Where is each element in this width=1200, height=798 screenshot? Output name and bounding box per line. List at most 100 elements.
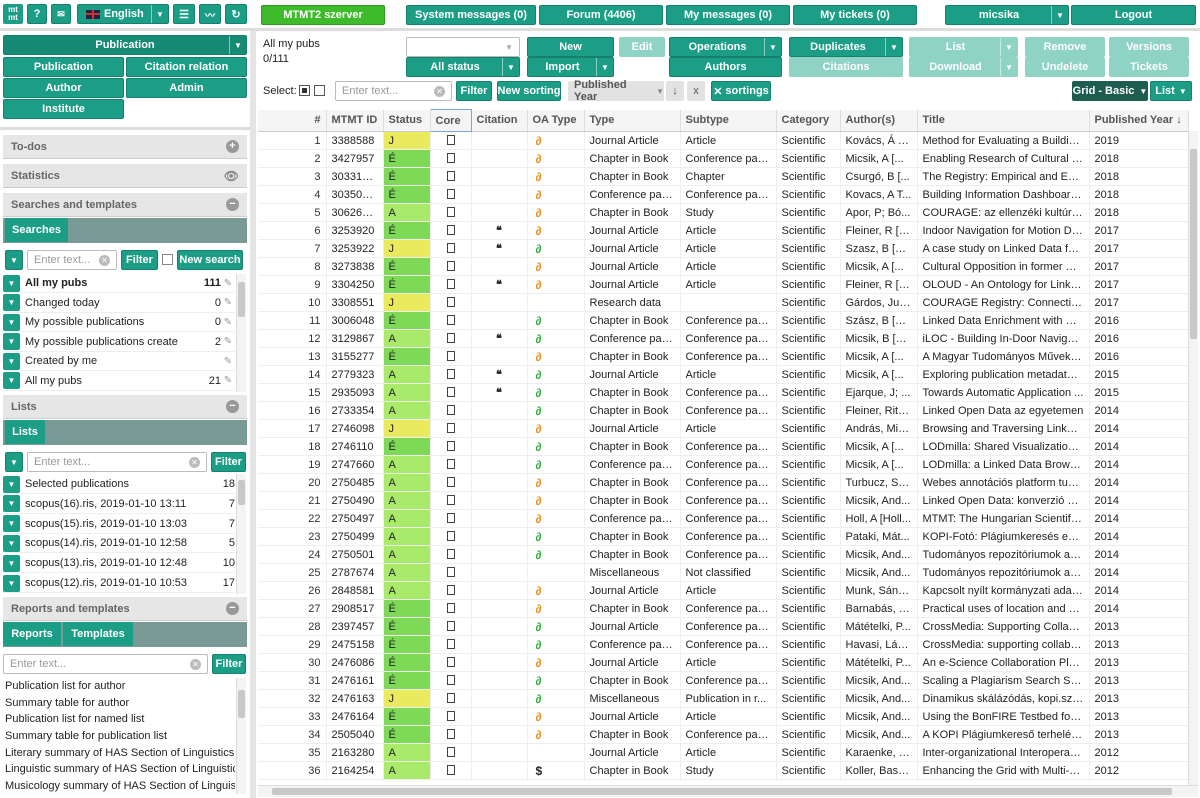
chevron-down-icon[interactable]: ▼ [3, 554, 20, 572]
nav-citation-relation-button[interactable]: Citation relation [126, 57, 247, 77]
table-row[interactable]: 17 2746098 J ∂ Journal Article Article Scienti… [258, 419, 1189, 438]
document-icon[interactable] [446, 729, 455, 739]
table-row[interactable]: 3 30331323 É ∂ Chapter in Book Chapter Scienti… [258, 167, 1189, 186]
templates-filter-input[interactable]: Enter text... ✕ [3, 654, 208, 674]
search-item[interactable]: ▼ My possible publications create 2 ✎ [3, 333, 235, 352]
document-icon[interactable] [446, 315, 455, 325]
document-icon[interactable] [446, 459, 455, 469]
panel-divider[interactable] [250, 31, 256, 798]
clear-icon[interactable]: ✕ [189, 456, 200, 468]
server-button[interactable]: MTMT2 szerver [261, 5, 385, 25]
list-item[interactable]: ▼ scopus(13).ris, 2019-01-10 12:48 10 [3, 554, 235, 574]
list-mode-select[interactable]: List ▼ [1150, 81, 1192, 101]
document-icon[interactable] [446, 243, 455, 253]
column-header[interactable]: Citation [471, 109, 528, 132]
menu-button[interactable]: ☰ [173, 4, 195, 24]
minus-icon[interactable]: − [226, 400, 239, 413]
document-icon[interactable] [446, 423, 455, 433]
document-icon[interactable] [446, 297, 455, 307]
searches-scrollbar[interactable] [236, 274, 246, 392]
reports-templates-header[interactable]: Reports and templates − [3, 597, 247, 621]
download-button[interactable]: Download ▼ [909, 57, 1018, 77]
document-icon[interactable] [446, 495, 455, 505]
document-icon[interactable] [446, 477, 455, 487]
document-icon[interactable] [446, 207, 455, 217]
edit-button[interactable]: Edit [619, 37, 665, 57]
searches-filter-button[interactable]: Filter [121, 250, 158, 270]
new-search-button[interactable]: New search [177, 250, 243, 270]
table-row[interactable]: 22 2750497 A ∂ Conference paper Conference pa… [258, 509, 1189, 528]
clear-icon[interactable]: ✕ [190, 658, 201, 670]
list-item[interactable]: ▼ scopus(15).ris, 2019-01-10 13:03 7 [3, 515, 235, 534]
table-row[interactable]: 26 2848581 A ∂ Journal Article Article Scienti… [258, 581, 1189, 600]
all-status-button[interactable]: All status ▼ [406, 57, 520, 77]
table-row[interactable]: 32 2476163 J ∂ Miscellaneous Publication in r… [258, 689, 1189, 708]
document-icon[interactable] [446, 657, 455, 667]
chevron-down-icon[interactable]: ▼ [3, 475, 20, 493]
search-item[interactable]: ▼ My possible publications 0 ✎ [3, 313, 235, 332]
list-item[interactable]: ▼ scopus(14).ris, 2019-01-10 12:58 5 [3, 534, 235, 554]
document-icon[interactable] [446, 189, 455, 199]
table-row[interactable]: 29 2475158 É ∂ Conference paper Conference pa… [258, 635, 1189, 654]
tickets-button[interactable]: Tickets [1109, 57, 1189, 77]
table-row[interactable]: 11 3006048 É ∂ Chapter in Book Conference pap… [258, 311, 1189, 330]
search-item[interactable]: ▼ Changed today 0 ✎ [3, 294, 235, 313]
table-row[interactable]: 9 3304250 É ❝ ∂ Journal Article Article Scienti… [258, 275, 1189, 294]
lists-dropdown[interactable]: ▼ [5, 452, 23, 472]
document-icon[interactable] [446, 333, 455, 343]
searches-templates-header[interactable]: Searches and templates − [3, 193, 247, 217]
forum-button[interactable]: Forum (4406) [539, 5, 663, 25]
list-item[interactable]: ▼ Selected publications 18 [3, 475, 235, 494]
document-icon[interactable] [446, 567, 455, 577]
clear-icon[interactable]: ✕ [99, 254, 110, 266]
my-tickets-button[interactable]: My tickets (0) [793, 5, 917, 25]
document-icon[interactable] [446, 621, 455, 631]
templates-filter-button[interactable]: Filter [212, 654, 246, 674]
refresh-button[interactable]: ↻ [225, 4, 247, 24]
pencil-icon[interactable]: ✎ [221, 297, 235, 308]
column-header[interactable]: Status [383, 109, 431, 132]
grid-hscrollbar[interactable] [258, 785, 1198, 797]
tab-templates[interactable]: Templates [63, 622, 133, 646]
chevron-down-icon[interactable]: ▼ [3, 574, 20, 592]
user-menu[interactable]: micsika ▼ [945, 5, 1069, 25]
search-item[interactable]: ▼ All my pubs 111 ✎ [3, 274, 235, 293]
document-icon[interactable] [446, 513, 455, 523]
table-row[interactable]: 6 3253920 É ❝ ∂ Journal Article Article Scienti… [258, 221, 1189, 240]
nav-publication-button[interactable]: Publication [3, 57, 124, 77]
table-row[interactable]: 34 2505040 É ∂ Chapter in Book Conference pap… [258, 725, 1189, 744]
activity-button[interactable]: 〰 [199, 4, 221, 24]
my-messages-button[interactable]: My messages (0) [666, 5, 790, 25]
clear-sortings-button[interactable]: ✕ sortings [711, 81, 771, 101]
searches-dropdown[interactable]: ▼ [5, 250, 23, 270]
table-row[interactable]: 12 3129867 A ❝ ∂ Conference paper Conference p… [258, 329, 1189, 348]
system-messages-button[interactable]: System messages (0) [406, 5, 536, 25]
chevron-down-icon[interactable]: ▼ [3, 534, 20, 552]
document-icon[interactable] [446, 171, 455, 181]
chevron-down-icon[interactable]: ▼ [3, 274, 20, 292]
tab-lists[interactable]: Lists [5, 420, 45, 444]
status-select[interactable]: ▼ [406, 37, 520, 57]
mail-button[interactable]: ✉ [51, 4, 71, 24]
column-header[interactable]: Title [917, 109, 1090, 132]
document-icon[interactable] [446, 693, 455, 703]
table-row[interactable]: 19 2747660 A ∂ Conference paper Conference pa… [258, 455, 1189, 474]
select-all-checkbox[interactable] [314, 85, 325, 96]
column-header[interactable]: OA Type [527, 109, 585, 132]
document-icon[interactable] [446, 531, 455, 541]
column-header[interactable]: Published Year ↓ [1089, 109, 1189, 132]
pencil-icon[interactable]: ✎ [221, 278, 235, 289]
chevron-down-icon[interactable]: ▼ [3, 294, 20, 311]
document-icon[interactable] [446, 549, 455, 559]
lists-header[interactable]: Lists − [3, 395, 247, 419]
document-icon[interactable] [446, 135, 455, 145]
column-header[interactable]: Author(s) [840, 109, 918, 132]
document-icon[interactable] [446, 747, 455, 757]
table-row[interactable]: 30 2476086 É ∂ Journal Article Article Scienti… [258, 653, 1189, 672]
column-header[interactable]: MTMT ID [326, 109, 384, 132]
table-row[interactable]: 35 2163280 A Journal Article Article Scientif… [258, 743, 1189, 762]
clear-icon[interactable]: ✕ [434, 85, 445, 97]
undelete-button[interactable]: Undelete [1025, 57, 1105, 77]
table-row[interactable]: 25 2787674 A Miscellaneous Not classified Sci… [258, 563, 1189, 582]
document-icon[interactable] [446, 675, 455, 685]
